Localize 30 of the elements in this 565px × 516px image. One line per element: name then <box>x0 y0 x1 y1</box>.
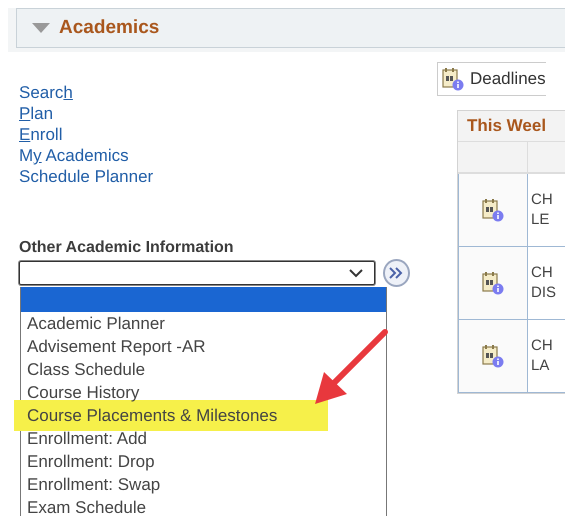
dropdown-option[interactable]: Exam Schedule <box>21 496 386 516</box>
table-cell: CH LA <box>528 320 565 393</box>
calendar-info-icon <box>482 271 504 295</box>
dropdown-option[interactable]: Advisement Report -AR <box>21 335 386 358</box>
dropdown-option[interactable]: Course History <box>21 381 386 404</box>
calendar-info-icon <box>482 198 504 222</box>
go-button[interactable] <box>382 259 410 287</box>
calendar-info-icon <box>482 344 504 368</box>
section-title: Academics <box>59 17 160 39</box>
nav-link[interactable]: Enroll <box>19 124 62 145</box>
panel-title: This Weel <box>458 111 565 141</box>
section-header[interactable]: Academics <box>16 8 565 48</box>
deadlines-button[interactable]: Deadlines <box>437 62 546 96</box>
dropdown-option[interactable]: Enrollment: Swap <box>21 473 386 496</box>
nav-link[interactable]: Schedule Planner <box>19 166 154 187</box>
dropdown-option[interactable]: Enrollment: Add <box>21 427 386 450</box>
double-chevron-right-icon <box>388 266 404 280</box>
dropdown-option[interactable]: Class Schedule <box>21 358 386 381</box>
calendar-info-icon <box>442 67 464 91</box>
nav-link[interactable]: Search <box>19 82 73 103</box>
chevron-down-icon <box>348 268 364 278</box>
dropdown-option[interactable]: Academic Planner <box>21 312 386 335</box>
field-label: Other Academic Information <box>19 239 235 257</box>
nav-link[interactable]: My Academics <box>19 145 129 166</box>
nav-link[interactable]: Plan <box>19 103 54 124</box>
dropdown-option[interactable]: Course Placements & Milestones <box>21 404 386 427</box>
table-cell: CH DIS <box>528 247 565 320</box>
dropdown-option[interactable]: Enrollment: Drop <box>21 450 386 473</box>
table-cell: CH LE <box>528 174 565 247</box>
dropdown-field[interactable] <box>19 261 375 285</box>
